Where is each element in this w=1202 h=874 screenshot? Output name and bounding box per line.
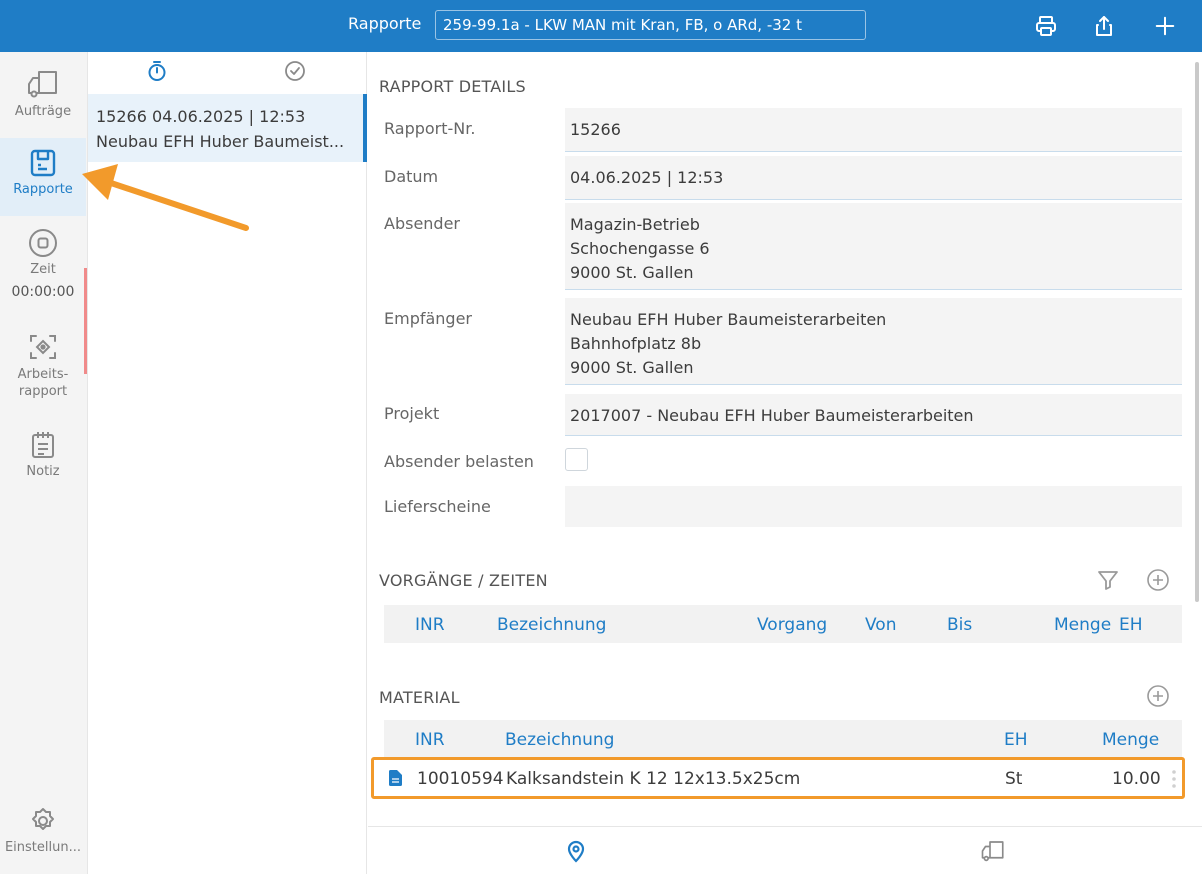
nav-label: Einstellun... bbox=[4, 840, 82, 855]
rapport-nr-field[interactable]: 15266 bbox=[565, 108, 1182, 152]
col-bezeichnung: Bezeichnung bbox=[505, 730, 615, 750]
projekt-field[interactable]: 2017007 - Neubau EFH Huber Baumeisterarb… bbox=[565, 394, 1182, 436]
material-bezeichnung: Kalksandstein K 12 12x13.5x25cm bbox=[506, 769, 801, 789]
report-details: RAPPORT DETAILS Rapport-Nr. 15266 Datum … bbox=[368, 52, 1202, 822]
section-title-details: RAPPORT DETAILS bbox=[379, 77, 526, 96]
datum-field[interactable]: 04.06.2025 | 12:53 bbox=[565, 156, 1182, 200]
col-bezeichnung: Bezeichnung bbox=[497, 615, 607, 635]
truck-icon bbox=[981, 841, 1004, 862]
list-tabs bbox=[88, 52, 367, 92]
bottom-bar bbox=[368, 826, 1202, 874]
col-menge: Menge bbox=[1054, 615, 1112, 635]
list-item[interactable]: 15266 04.06.2025 | 12:53 Neubau EFH Hube… bbox=[88, 94, 367, 162]
gear-icon bbox=[32, 808, 54, 830]
list-item-subtitle: Neubau EFH Huber Baumeist... bbox=[96, 132, 345, 151]
check-circle-icon bbox=[285, 61, 305, 81]
nav-label: Zeit bbox=[30, 262, 56, 277]
delivery-button[interactable] bbox=[979, 839, 1007, 867]
filter-button[interactable] bbox=[1096, 568, 1120, 596]
section-title-material: MATERIAL bbox=[379, 688, 460, 707]
col-bis: Bis bbox=[947, 615, 973, 635]
section-title-vorgaenge: VORGÄNGE / ZEITEN bbox=[379, 571, 548, 590]
filter-icon bbox=[1098, 571, 1118, 590]
print-button[interactable] bbox=[1030, 10, 1062, 42]
stop-icon bbox=[29, 229, 57, 257]
col-menge: Menge bbox=[1102, 730, 1160, 750]
label-empfaenger: Empfänger bbox=[384, 309, 473, 328]
absender-belasten-checkbox[interactable] bbox=[565, 448, 588, 471]
location-pin-icon bbox=[567, 840, 585, 863]
label-datum: Datum bbox=[384, 167, 439, 186]
material-table-header: INR Bezeichnung EH Menge bbox=[384, 720, 1182, 758]
label-lieferscheine: Lieferscheine bbox=[384, 497, 491, 516]
nav-label: Aufträge bbox=[14, 104, 72, 119]
share-icon bbox=[1096, 16, 1112, 36]
page-title: Rapporte bbox=[348, 14, 422, 33]
col-vorgang: Vorgang bbox=[757, 615, 828, 635]
scan-icon bbox=[30, 335, 56, 359]
location-button[interactable] bbox=[565, 839, 587, 867]
nav-label: Notiz bbox=[26, 464, 60, 479]
material-menge: 10.00 bbox=[1112, 769, 1161, 789]
nav-label: Rapporte bbox=[13, 182, 73, 197]
col-von: Von bbox=[865, 615, 897, 635]
table-row[interactable]: 10010594 Kalksandstein K 12 12x13.5x25cm… bbox=[371, 757, 1185, 799]
nav-item-auftraege[interactable]: Aufträge bbox=[0, 68, 86, 138]
document-icon bbox=[389, 770, 402, 786]
label-absender: Absender bbox=[384, 214, 460, 233]
more-vertical-icon[interactable] bbox=[1171, 769, 1177, 789]
truck-icon bbox=[28, 71, 57, 98]
vehicle-select[interactable]: 259-99.1a - LKW MAN mit Kran, FB, o ARd,… bbox=[435, 10, 866, 40]
col-eh: EH bbox=[1004, 730, 1028, 750]
material-eh: St bbox=[1005, 769, 1023, 789]
add-vorgang-button[interactable] bbox=[1146, 568, 1170, 596]
material-inr: 10010594 bbox=[417, 769, 504, 789]
notepad-icon bbox=[32, 432, 54, 458]
empfaenger-field[interactable]: Neubau EFH Huber Baumeisterarbeiten Bahn… bbox=[565, 298, 1182, 385]
label-rapport-nr: Rapport-Nr. bbox=[384, 119, 476, 138]
nav-item-rapporte[interactable]: Rapporte bbox=[0, 138, 86, 216]
col-inr: INR bbox=[415, 730, 445, 750]
annotation-arrow bbox=[82, 164, 249, 231]
nav-item-arbeitsrapport[interactable]: Arbeits- rapport bbox=[0, 332, 86, 412]
absender-field[interactable]: Magazin-Betrieb Schochengasse 6 9000 St.… bbox=[565, 203, 1182, 290]
plus-circle-icon bbox=[1147, 569, 1169, 591]
nav-item-zeit[interactable]: Zeit 00:00:00 bbox=[0, 228, 86, 318]
vorgaenge-table-header: INR Bezeichnung Vorgang Von Bis Menge EH bbox=[384, 605, 1182, 643]
printer-icon bbox=[1036, 16, 1056, 36]
label-projekt: Projekt bbox=[384, 404, 440, 423]
share-button[interactable] bbox=[1088, 10, 1120, 42]
plus-icon bbox=[1155, 16, 1175, 36]
col-inr: INR bbox=[415, 615, 445, 635]
plus-circle-icon bbox=[1147, 685, 1169, 707]
report-icon bbox=[30, 149, 56, 177]
time-value: 00:00:00 bbox=[11, 284, 75, 300]
nav-item-einstellungen[interactable]: Einstellun... bbox=[0, 806, 86, 870]
tab-completed[interactable] bbox=[284, 60, 306, 86]
tab-running[interactable] bbox=[146, 60, 168, 86]
stopwatch-icon bbox=[148, 61, 166, 81]
list-item-title: 15266 04.06.2025 | 12:53 bbox=[96, 107, 306, 126]
lieferscheine-field[interactable] bbox=[565, 486, 1182, 527]
left-nav: Aufträge Rapporte Zeit 00:00:00 Arbeits-… bbox=[0, 52, 88, 874]
col-eh: EH bbox=[1119, 615, 1143, 635]
nav-label: Arbeits- rapport bbox=[17, 367, 69, 399]
label-absender-belasten: Absender belasten bbox=[384, 452, 534, 471]
add-button[interactable] bbox=[1149, 10, 1181, 42]
scrollbar[interactable] bbox=[1195, 62, 1199, 602]
nav-item-notiz[interactable]: Notiz bbox=[0, 430, 86, 494]
add-material-button[interactable] bbox=[1146, 684, 1170, 712]
top-bar: Rapporte 259-99.1a - LKW MAN mit Kran, F… bbox=[0, 0, 1202, 52]
